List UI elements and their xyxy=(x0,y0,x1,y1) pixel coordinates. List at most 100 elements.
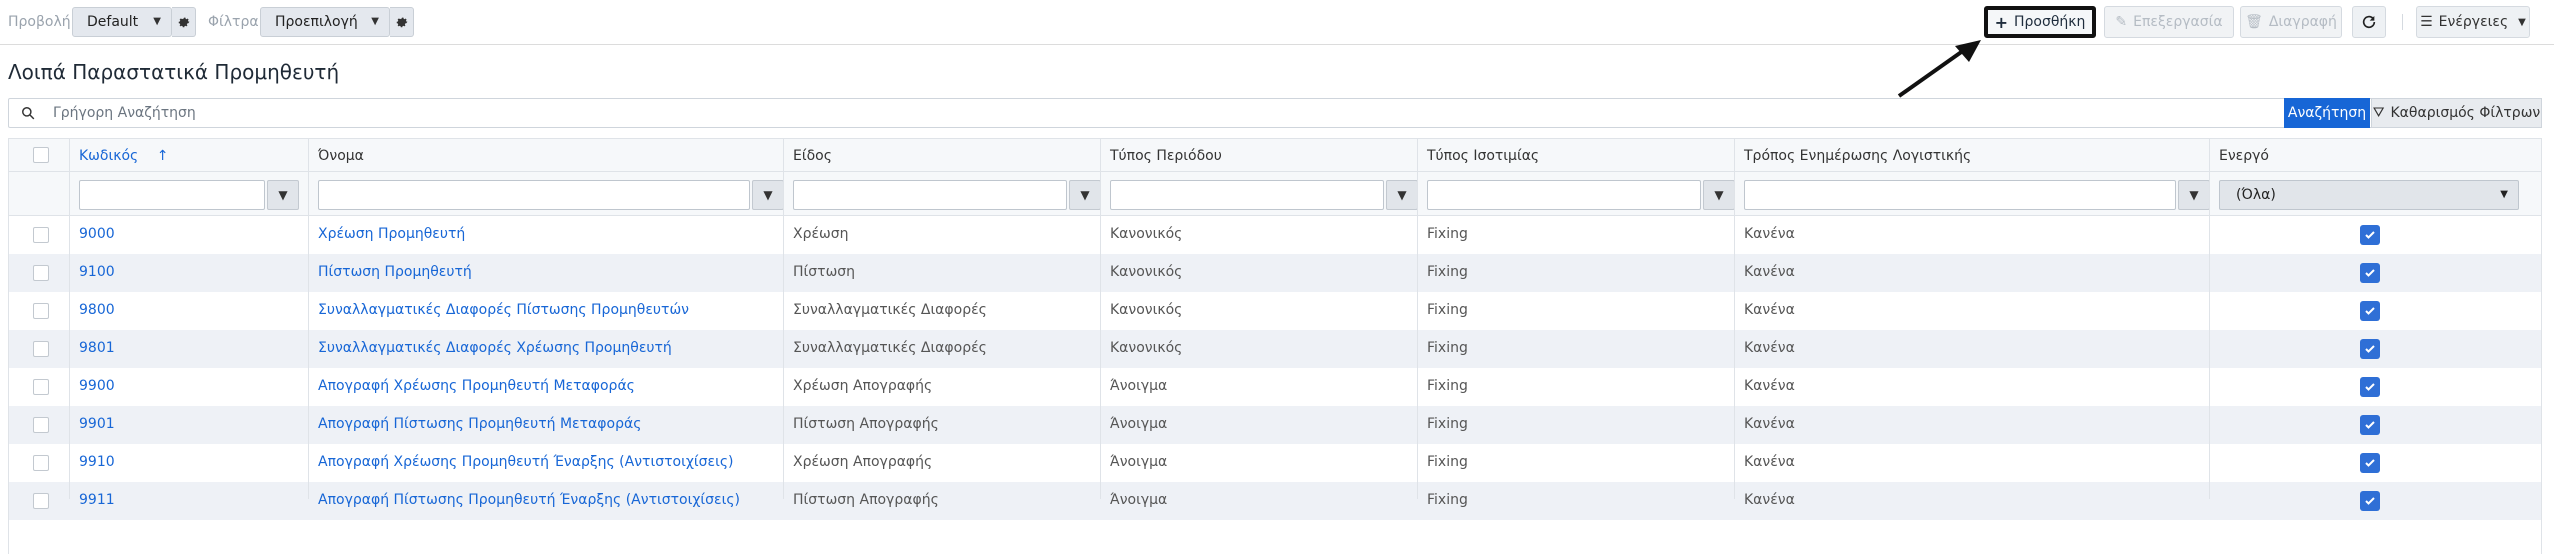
table-row[interactable]: 9900 Απογραφή Χρέωσης Προμηθευτή Μεταφορά… xyxy=(9,368,2541,406)
table-row[interactable]: 9801 Συναλλαγματικές Διαφορές Χρέωσης Προ… xyxy=(9,330,2541,368)
menu-icon: ☰ xyxy=(2420,14,2433,30)
search-button[interactable]: Αναζήτηση xyxy=(2284,98,2370,128)
table-row[interactable]: 9000 Χρέωση Προμηθευτή Χρέωση Κανονικός Fixi… xyxy=(9,216,2541,254)
row-select-checkbox[interactable] xyxy=(33,227,49,243)
cell-name[interactable]: Συναλλαγματικές Διαφορές Πίστωσης Προμηθ… xyxy=(318,302,689,318)
top-toolbar: Προβολή Default ▼ Φίλτρα Προεπιλογή ▼ + … xyxy=(0,0,2554,45)
table-row[interactable]: 9100 Πίστωση Προμηθευτή Πίστωση Κανονικός Fi… xyxy=(9,254,2541,292)
row-select-checkbox[interactable] xyxy=(33,493,49,509)
table-row[interactable]: 9911 Απογραφή Πίστωσης Προμηθευτή Έναρξης… xyxy=(9,482,2541,520)
active-checkbox-checked[interactable] xyxy=(2360,301,2380,321)
active-filter-value: (Όλα) xyxy=(2236,187,2276,203)
kind-filter-input[interactable] xyxy=(793,180,1067,210)
column-header-kind[interactable]: Είδος xyxy=(793,148,832,164)
edit-button[interactable]: ✎ Επεξεργασία xyxy=(2104,6,2234,38)
clear-filters-button[interactable]: ⛛ Καθαρισμός Φίλτρων xyxy=(2371,98,2542,128)
cell-name[interactable]: Απογραφή Χρέωσης Προμηθευτή Έναρξης (Αντ… xyxy=(318,454,734,470)
name-filter-button[interactable]: ▼ xyxy=(752,180,784,210)
table-row[interactable]: 9910 Απογραφή Χρέωσης Προμηθευτή Έναρξης … xyxy=(9,444,2541,482)
code-filter-input[interactable] xyxy=(79,180,265,210)
accounting-filter-input[interactable] xyxy=(1744,180,2176,210)
cell-period-type: Κανονικός xyxy=(1110,264,1183,280)
delete-button-label: Διαγραφή xyxy=(2268,14,2337,30)
kind-filter-button[interactable]: ▼ xyxy=(1069,180,1101,210)
column-header-name[interactable]: Όνομα xyxy=(318,148,364,164)
view-select[interactable]: Default ▼ xyxy=(72,7,172,37)
active-filter-select[interactable]: (Όλα) ▼ xyxy=(2219,180,2519,210)
cell-kind: Χρέωση Απογραφής xyxy=(793,454,933,470)
column-header-active[interactable]: Ενεργό xyxy=(2219,148,2269,164)
table-row[interactable]: 9901 Απογραφή Πίστωσης Προμηθευτή Μεταφορ… xyxy=(9,406,2541,444)
code-filter-button[interactable]: ▼ xyxy=(267,180,299,210)
cell-code[interactable]: 9911 xyxy=(79,492,115,508)
column-divider xyxy=(69,138,70,499)
select-all-checkbox[interactable] xyxy=(33,147,49,163)
cell-name[interactable]: Απογραφή Πίστωσης Προμηθευτή Έναρξης (Αν… xyxy=(318,492,740,508)
filter-select-value: Προεπιλογή xyxy=(275,14,358,30)
refresh-button[interactable] xyxy=(2352,6,2386,38)
rate-type-filter-button[interactable]: ▼ xyxy=(1703,180,1735,210)
row-select-checkbox[interactable] xyxy=(33,341,49,357)
column-header-code[interactable]: Κωδικός ↑ xyxy=(79,148,168,164)
cell-code[interactable]: 9100 xyxy=(79,264,115,280)
filter-select[interactable]: Προεπιλογή ▼ xyxy=(260,7,390,37)
cell-rate-type: Fixing xyxy=(1427,378,1468,394)
cell-rate-type: Fixing xyxy=(1427,416,1468,432)
delete-button[interactable]: 🗑 Διαγραφή xyxy=(2240,6,2342,38)
cell-kind: Πίστωση Απογραφής xyxy=(793,492,939,508)
column-divider xyxy=(1100,138,1101,499)
filter-settings-button[interactable] xyxy=(390,7,414,37)
column-header-rate-type[interactable]: Τύπος Ισοτιμίας xyxy=(1427,148,1539,164)
table-row[interactable]: 9800 Συναλλαγματικές Διαφορές Πίστωσης Πρ… xyxy=(9,292,2541,330)
active-checkbox-checked[interactable] xyxy=(2360,263,2380,283)
row-select-checkbox[interactable] xyxy=(33,455,49,471)
cell-name[interactable]: Χρέωση Προμηθευτή xyxy=(318,226,465,242)
view-label: Προβολή xyxy=(8,14,71,30)
active-checkbox-checked[interactable] xyxy=(2360,415,2380,435)
row-select-checkbox[interactable] xyxy=(33,379,49,395)
cell-period-type: Άνοιγμα xyxy=(1110,492,1168,508)
row-select-checkbox[interactable] xyxy=(33,417,49,433)
active-checkbox-checked[interactable] xyxy=(2360,339,2380,359)
chevron-down-icon: ▼ xyxy=(153,16,161,27)
actions-menu-button[interactable]: ☰ Ενέργειες ▼ xyxy=(2416,6,2530,38)
search-placeholder: Γρήγορη Αναζήτηση xyxy=(53,105,196,121)
active-checkbox-checked[interactable] xyxy=(2360,491,2380,511)
column-header-accounting-update[interactable]: Τρόπος Ενημέρωσης Λογιστικής xyxy=(1744,148,1971,164)
view-settings-button[interactable] xyxy=(172,7,196,37)
accounting-filter-button[interactable]: ▼ xyxy=(2178,180,2210,210)
active-checkbox-checked[interactable] xyxy=(2360,225,2380,245)
cell-name[interactable]: Απογραφή Πίστωσης Προμηθευτή Μεταφοράς xyxy=(318,416,641,432)
cell-code[interactable]: 9910 xyxy=(79,454,115,470)
cell-period-type: Άνοιγμα xyxy=(1110,454,1168,470)
cell-code[interactable]: 9900 xyxy=(79,378,115,394)
column-header-period-type[interactable]: Τύπος Περιόδου xyxy=(1110,148,1222,164)
chevron-down-icon: ▼ xyxy=(371,16,379,27)
cell-kind: Πίστωση Απογραφής xyxy=(793,416,939,432)
search-icon xyxy=(22,107,35,120)
cell-code[interactable]: 9801 xyxy=(79,340,115,356)
rate-type-filter-input[interactable] xyxy=(1427,180,1701,210)
cell-rate-type: Fixing xyxy=(1427,264,1468,280)
cell-name[interactable]: Πίστωση Προμηθευτή xyxy=(318,264,472,280)
active-checkbox-checked[interactable] xyxy=(2360,453,2380,473)
cell-code[interactable]: 9800 xyxy=(79,302,115,318)
quick-search-input[interactable]: Γρήγορη Αναζήτηση xyxy=(8,98,2542,128)
period-type-filter-button[interactable]: ▼ xyxy=(1386,180,1418,210)
row-select-checkbox[interactable] xyxy=(33,303,49,319)
active-checkbox-checked[interactable] xyxy=(2360,377,2380,397)
cell-name[interactable]: Συναλλαγματικές Διαφορές Χρέωσης Προμηθε… xyxy=(318,340,672,356)
cell-rate-type: Fixing xyxy=(1427,302,1468,318)
column-header-code-label: Κωδικός xyxy=(79,148,139,164)
cell-code[interactable]: 9000 xyxy=(79,226,115,242)
name-filter-input[interactable] xyxy=(318,180,750,210)
cell-accounting-update: Κανένα xyxy=(1744,302,1795,318)
cell-accounting-update: Κανένα xyxy=(1744,226,1795,242)
row-select-checkbox[interactable] xyxy=(33,265,49,281)
checkmark-icon xyxy=(2365,383,2375,391)
cell-name[interactable]: Απογραφή Χρέωσης Προμηθευτή Μεταφοράς xyxy=(318,378,635,394)
cell-code[interactable]: 9901 xyxy=(79,416,115,432)
period-type-filter-input[interactable] xyxy=(1110,180,1384,210)
clear-filters-label: Καθαρισμός Φίλτρων xyxy=(2390,105,2541,121)
add-button[interactable]: + Προσθήκη xyxy=(1984,6,2096,38)
